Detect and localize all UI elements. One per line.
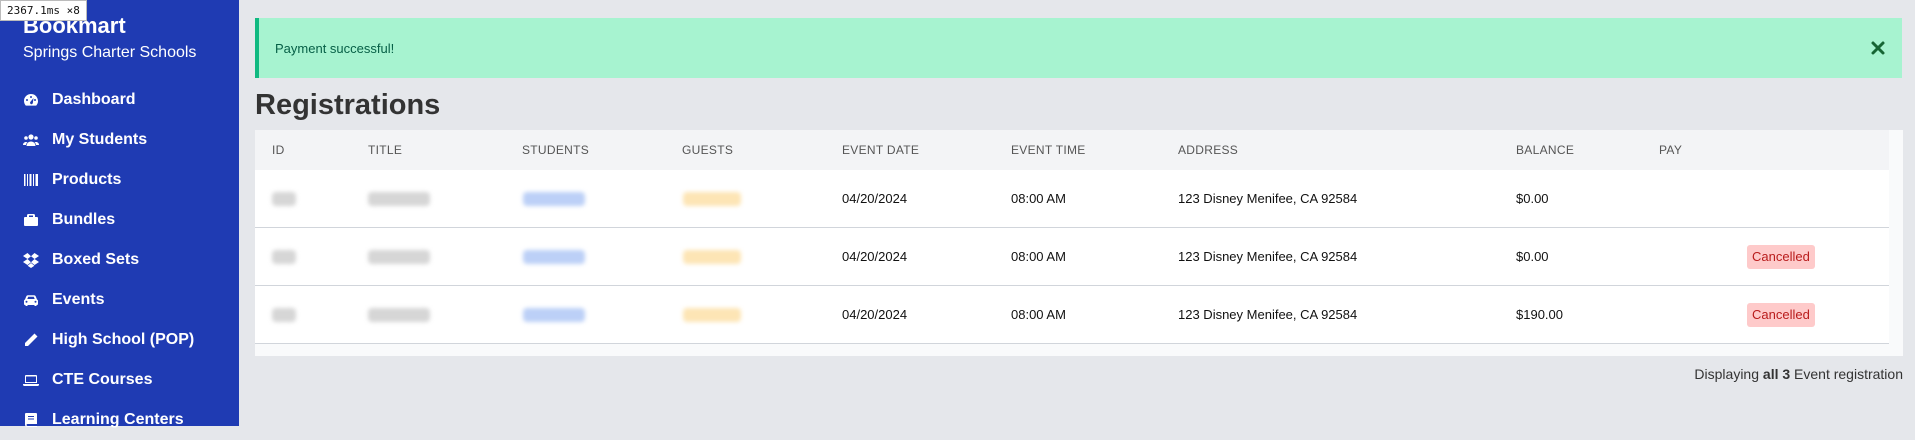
column-header-id[interactable]: ID — [272, 130, 285, 170]
column-header-event-date[interactable]: EVENT DATE — [842, 130, 919, 170]
sidebar-item-bundles[interactable]: Bundles — [0, 200, 239, 240]
page-title: Registrations — [255, 89, 441, 121]
redacted-student — [523, 250, 585, 264]
book-icon — [22, 411, 40, 429]
laptop-icon — [22, 371, 40, 389]
event-time: 08:00 AM — [1011, 307, 1066, 322]
sidebar-item-cte-courses[interactable]: CTE Courses — [0, 360, 239, 400]
sidebar-item-my-students[interactable]: My Students — [0, 120, 239, 160]
table-row[interactable]: 04/20/2024 08:00 AM 123 Disney Menifee, … — [255, 286, 1889, 344]
status-badge: Cancelled — [1747, 245, 1815, 269]
column-header-address[interactable]: ADDRESS — [1178, 130, 1238, 170]
briefcase-icon — [22, 211, 40, 229]
balance: $0.00 — [1516, 249, 1549, 264]
event-time: 08:00 AM — [1011, 249, 1066, 264]
event-date: 04/20/2024 — [842, 307, 908, 322]
redacted-guest — [683, 308, 741, 322]
redacted-student — [523, 192, 585, 206]
sidebar-item-label: Products — [52, 171, 122, 188]
render-timer-badge: 2367.1ms ×8 — [0, 0, 87, 21]
table-header: ID TITLE STUDENTS GUESTS EVENT DATE EVEN… — [255, 130, 1889, 170]
pencil-icon — [22, 331, 40, 349]
redacted-id — [272, 308, 296, 322]
success-alert: Payment successful! — [255, 18, 1902, 78]
redacted-id — [272, 192, 296, 206]
balance: $190.00 — [1516, 307, 1563, 322]
dashboard-icon — [22, 91, 40, 109]
sidebar-item-boxed-sets[interactable]: Boxed Sets — [0, 240, 239, 280]
sidebar-item-label: Boxed Sets — [52, 251, 140, 268]
sidebar-item-label: Dashboard — [52, 91, 136, 108]
brand-subtitle: Springs Charter Schools — [23, 44, 197, 61]
sidebar-item-label: CTE Courses — [52, 371, 153, 388]
address: 123 Disney Menifee, CA 92584 — [1178, 307, 1358, 322]
sidebar-item-dashboard[interactable]: Dashboard — [0, 80, 239, 120]
balance: $0.00 — [1516, 191, 1549, 206]
column-header-title[interactable]: TITLE — [368, 130, 402, 170]
table-row[interactable]: 04/20/2024 08:00 AM 123 Disney Menifee, … — [255, 228, 1889, 286]
sidebar-item-products[interactable]: Products — [0, 160, 239, 200]
sidebar-item-label: My Students — [52, 131, 148, 148]
redacted-guest — [683, 250, 741, 264]
summary-suffix: Event registration — [1794, 366, 1903, 382]
dropbox-icon — [22, 251, 40, 269]
sidebar-item-label: High School (POP) — [52, 331, 195, 348]
column-header-pay[interactable]: PAY — [1659, 130, 1682, 170]
barcode-icon — [22, 171, 40, 189]
sidebar: Bookmart Springs Charter Schools Dashboa… — [0, 0, 239, 428]
users-icon — [22, 131, 40, 149]
event-date: 04/20/2024 — [842, 249, 908, 264]
redacted-title — [368, 192, 430, 206]
summary-count: all 3 — [1762, 366, 1791, 382]
column-header-guests[interactable]: GUESTS — [682, 130, 733, 170]
alert-message: Payment successful! — [275, 40, 395, 56]
main-content: Payment successful! Registrations ID TIT… — [255, 0, 1903, 426]
event-time: 08:00 AM — [1011, 191, 1066, 206]
redacted-id — [272, 250, 296, 264]
sidebar-item-high-school-pop[interactable]: High School (POP) — [0, 320, 239, 360]
sidebar-item-label: Events — [52, 291, 105, 308]
registrations-table-card: ID TITLE STUDENTS GUESTS EVENT DATE EVEN… — [255, 130, 1903, 356]
close-icon[interactable] — [1868, 38, 1888, 58]
status-badge: Cancelled — [1747, 303, 1815, 327]
redacted-student — [523, 308, 585, 322]
car-icon — [22, 291, 40, 309]
sidebar-nav: Dashboard My Students Products Bundles B… — [0, 80, 239, 440]
summary-prefix: Displaying — [1694, 366, 1760, 382]
column-header-balance[interactable]: BALANCE — [1516, 130, 1574, 170]
column-header-students[interactable]: STUDENTS — [522, 130, 589, 170]
redacted-title — [368, 250, 430, 264]
column-header-event-time[interactable]: EVENT TIME — [1011, 130, 1086, 170]
sidebar-item-label: Learning Centers — [52, 411, 184, 428]
sidebar-item-events[interactable]: Events — [0, 280, 239, 320]
event-date: 04/20/2024 — [842, 191, 908, 206]
redacted-title — [368, 308, 430, 322]
sidebar-item-label: Bundles — [52, 211, 116, 228]
sidebar-item-learning-centers[interactable]: Learning Centers — [0, 400, 239, 440]
redacted-guest — [683, 192, 741, 206]
pagination-summary: Displaying all 3 Event registration — [1694, 366, 1903, 382]
address: 123 Disney Menifee, CA 92584 — [1178, 249, 1358, 264]
address: 123 Disney Menifee, CA 92584 — [1178, 191, 1358, 206]
table-row[interactable]: 04/20/2024 08:00 AM 123 Disney Menifee, … — [255, 170, 1889, 228]
